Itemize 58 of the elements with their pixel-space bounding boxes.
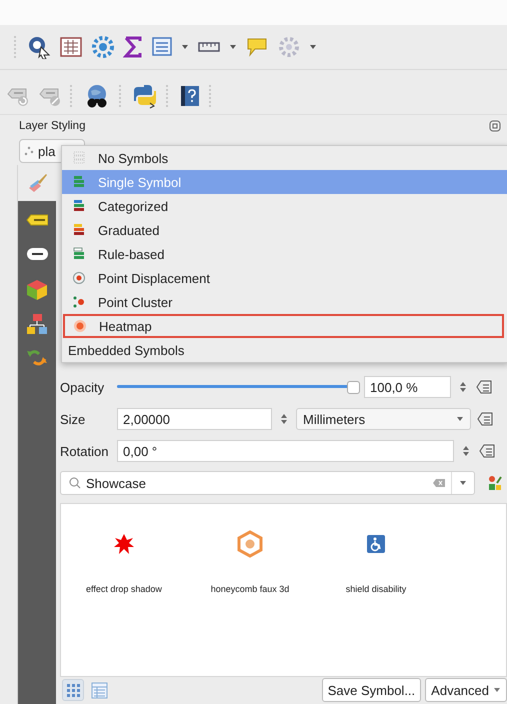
menu-item[interactable]: Point Cluster [62,290,507,314]
identify-icon[interactable] [27,35,51,59]
caret-icon [456,416,464,422]
menu-item[interactable]: Embedded Symbols [62,338,507,362]
menu-item[interactable]: Point Displacement [62,266,507,290]
button[interactable]: Save Symbol... [322,678,422,702]
gear-icon[interactable] [91,35,115,59]
diagram-icon[interactable] [26,313,48,335]
view-mode-button[interactable] [62,679,84,701]
cube-icon[interactable] [26,279,48,301]
list-view-icon [90,682,108,698]
python-icon[interactable] [132,83,158,109]
search-value: Showcase [86,476,147,490]
opacity-field[interactable]: 100,0 % [364,376,451,398]
caret-icon[interactable] [459,480,467,486]
unit-value: Millimeters [303,412,366,426]
style-manager-icon[interactable] [488,475,502,491]
target-icon [72,271,86,285]
stacked-bars-icon [72,223,86,237]
stacked-bars-icon [72,199,86,213]
menu-button[interactable]: Advanced [425,678,507,702]
sum-icon[interactable] [123,35,143,59]
spin-arrows-icon [280,413,288,425]
list-icon [476,411,494,427]
points-icon [24,144,34,158]
stacked-bars-icon [72,175,86,189]
field-label: Opacity [60,380,106,394]
list-icon [478,443,496,459]
dots-icon [72,295,86,309]
stacked-bars-icon [72,247,86,261]
menu-item[interactable]: Heatmap [63,314,504,338]
float-panel-icon[interactable] [489,120,501,132]
search-field[interactable]: Showcase [60,471,475,495]
size-field[interactable]: 2,00000 [117,408,272,430]
spin-arrows-icon [459,381,467,393]
field-label: Rotation [60,444,110,458]
opacity-slider[interactable] [117,381,359,393]
list-icon [475,379,493,395]
no-symbols-icon [72,151,86,165]
glow-dot-icon [73,319,87,333]
unit-dropdown[interactable]: Millimeters [296,408,471,430]
menu-item[interactable]: Graduated [62,218,507,242]
grid-view-icon [64,682,82,698]
symbol-name: shield disability [346,584,406,594]
search-icon [69,477,81,489]
panel-title: Layer Styling [19,120,86,132]
caret-icon [493,687,501,693]
spin-arrows-icon [462,445,470,457]
rotation-field[interactable]: 0,00 ° [117,440,454,462]
field-label: Size [60,412,86,426]
help-book-icon[interactable] [179,84,201,108]
symbol-name: effect drop shadow [86,584,162,594]
symbol-name: honeycomb faux 3d [210,584,290,594]
table-icon[interactable] [151,35,173,59]
layer-name: pla [38,144,56,158]
calculator-icon[interactable] [59,35,83,59]
menu-item[interactable]: Categorized [62,194,507,218]
menu-item[interactable]: Rule-based [62,242,507,266]
